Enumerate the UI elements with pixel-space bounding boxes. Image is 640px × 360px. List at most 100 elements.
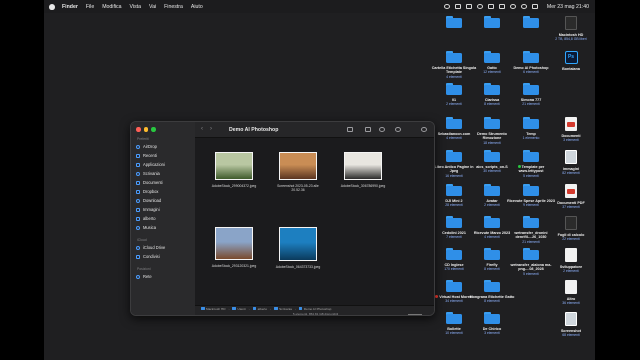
menu-vai[interactable]: Vai (149, 4, 156, 10)
file-item[interactable]: AdobeStock_293120321.jpeg (208, 227, 260, 268)
tag-icon[interactable] (379, 127, 385, 132)
sidebar-item-label: Dropbox (143, 189, 159, 194)
sidebar-item-icon (136, 198, 140, 203)
status-icon[interactable] (465, 4, 472, 9)
sidebar-item[interactable]: Rete (136, 274, 152, 279)
close-button[interactable] (136, 127, 141, 132)
path-segment[interactable]: Macintosh HD (201, 307, 225, 311)
desktop-item[interactable]: Screenshot 68 elementi (547, 312, 595, 337)
sidebar-item-icon (136, 189, 140, 194)
folder-body (484, 18, 500, 28)
search-icon[interactable] (520, 4, 527, 9)
menu-aiuto[interactable]: Aiuto (191, 4, 203, 10)
file-grid: AdobeStock_299004372.jpeg Screenshot 2023… (195, 138, 434, 305)
path-segment[interactable]: Scrivania (274, 307, 292, 311)
desktop-item[interactable]: Fogli di calcolo 22 elementi (547, 216, 595, 241)
sidebar-item-label: alberto (143, 216, 156, 221)
sidebar-item[interactable]: AirDrop (136, 144, 157, 149)
document-icon (565, 280, 577, 294)
back-icon[interactable]: ‹ (201, 126, 203, 132)
file-item[interactable]: AdobeStock_299004372.jpeg (208, 152, 260, 188)
desktop-item[interactable]: Simona 777 21 elementi (507, 83, 555, 106)
folder-body (484, 314, 500, 324)
sidebar-item[interactable]: Condivisi (136, 254, 160, 259)
file-name: Screenshot 2023-05-23 alle 20.52.36 (277, 184, 319, 193)
menu-modifica[interactable]: Modifica (102, 4, 121, 10)
sidebar-item[interactable]: Applicazioni (136, 162, 165, 167)
sidebar-item-icon (136, 207, 140, 212)
desktop-item[interactable]: Documenti PDF 37 elementi (547, 184, 595, 209)
zoom-button[interactable] (151, 127, 156, 132)
menu-file[interactable]: File (86, 4, 94, 10)
sidebar-item-label: Applicazioni (143, 162, 165, 167)
folder-icon (252, 307, 257, 310)
file-thumbnail (279, 227, 317, 261)
desktop-item-count: 36 elementi (562, 301, 580, 306)
path-segment[interactable]: alberto (252, 307, 267, 311)
desktop-item-name: Bontaiana (562, 67, 580, 71)
sidebar-item-icon (136, 144, 140, 149)
menu-clock[interactable]: Mer 23 mag 21:40 (547, 4, 589, 10)
file-item[interactable]: AdobeStock_306786990.jpeg (337, 152, 389, 188)
sidebar-item[interactable]: Scrivania (136, 171, 160, 176)
sidebar-item[interactable]: alberto (136, 216, 156, 221)
sidebar-item[interactable]: Musica (136, 225, 156, 230)
photoshop-file-icon: Ps (564, 51, 578, 64)
status-icon[interactable] (487, 4, 494, 9)
desktop-item[interactable]: Altro 36 elementi (547, 280, 595, 305)
folder-body (446, 53, 462, 63)
desktop-item[interactable]: Documenti 3 elementi (547, 117, 595, 142)
file-item[interactable]: Screenshot 2023-05-23 alle 20.52.36 (272, 152, 324, 192)
minimize-button[interactable] (143, 127, 148, 132)
sidebar-section-header: Preferiti (137, 137, 149, 141)
control-center-icon[interactable] (531, 4, 538, 9)
folder-body (484, 282, 500, 292)
desktop-item-count: 2 elementi (563, 269, 579, 274)
desktop-item[interactable]: immagini 82 elementi (547, 150, 595, 175)
more-actions-icon[interactable] (395, 127, 401, 132)
status-icon[interactable] (454, 4, 461, 9)
sidebar-item[interactable]: Documenti (136, 180, 163, 185)
forward-icon[interactable]: › (210, 126, 212, 132)
search-icon[interactable] (421, 127, 427, 132)
folder-icon (484, 83, 500, 95)
sidebar-item[interactable]: iCloud Drive (136, 245, 165, 250)
sidebar-item[interactable]: Recenti (136, 153, 157, 158)
sidebar-item-label: Documenti (143, 180, 163, 185)
folder-icon (484, 280, 500, 292)
path-segment-label: Demo AI Photoshop (303, 306, 332, 311)
icon-size-slider[interactable] (408, 313, 422, 315)
desktop-screen: Finder File Modifica Vista Vai Finestra … (44, 0, 595, 360)
status-icon[interactable] (443, 4, 450, 9)
folder-body (523, 18, 539, 28)
desktop-item[interactable]: De Chirico 3 elementi (468, 312, 516, 335)
sidebar-item[interactable]: Download (136, 198, 161, 203)
image-file-icon (565, 150, 577, 164)
view-mode-icon[interactable] (347, 127, 353, 132)
wifi-icon[interactable] (509, 4, 516, 9)
path-segment[interactable]: Utenti (232, 307, 246, 311)
color-tag-icon (517, 165, 521, 168)
share-icon[interactable] (365, 127, 371, 132)
folder-body (484, 85, 500, 95)
path-segment[interactable]: Demo AI Photoshop (298, 306, 332, 311)
sidebar-item-label: Musica (143, 225, 156, 230)
file-thumbnail (215, 227, 253, 260)
apple-icon[interactable] (49, 3, 55, 10)
folder-icon (484, 150, 500, 162)
sidebar-item[interactable]: Immagini (136, 207, 160, 212)
menu-finestra[interactable]: Finestra (164, 4, 183, 10)
desktop-item[interactable]: Sviluppatore 2 elementi (547, 248, 595, 273)
file-name: AdobeStock_064373733.jpeg (275, 265, 321, 269)
sidebar-item[interactable]: Dropbox (136, 189, 158, 194)
menu-vista[interactable]: Vista (130, 4, 141, 10)
battery-icon[interactable] (498, 4, 505, 9)
desktop-item[interactable]: Ps Bontaiana (547, 51, 595, 71)
sidebar-item-label: Immagini (143, 207, 160, 212)
menu-finder[interactable]: Finder (62, 4, 78, 10)
desktop-item[interactable]: Macintosh HD 2 TB, 854,8 GB liberi (547, 16, 595, 41)
file-item[interactable]: AdobeStock_064373733.jpeg (272, 227, 324, 269)
sidebar-item-icon (136, 153, 140, 158)
desktop-item[interactable]: Mongrana Etichette Gatto 8 elementi (468, 280, 516, 303)
status-icon[interactable] (476, 4, 483, 9)
